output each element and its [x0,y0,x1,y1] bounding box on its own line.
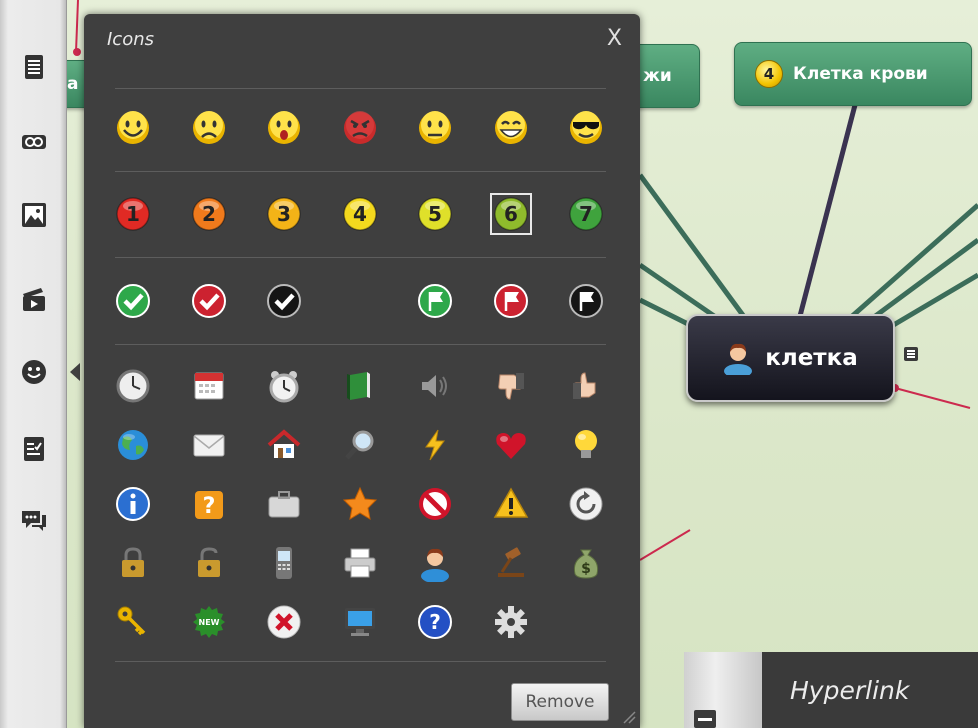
smiley-neutral-icon[interactable] [412,105,458,151]
svg-text:2: 2 [202,202,216,226]
smiley-angry-icon[interactable] [337,105,383,151]
check-green-icon[interactable] [110,278,156,324]
lock-open-icon[interactable] [186,540,232,586]
printer-icon[interactable] [337,540,383,586]
refresh-icon[interactable] [563,481,609,527]
alarm-clock-icon[interactable] [261,363,307,409]
minimize-icon[interactable] [694,710,716,728]
speaker-icon[interactable] [412,363,458,409]
cancel-icon[interactable] [261,599,307,645]
svg-text:6: 6 [504,202,518,226]
info-icon[interactable] [110,481,156,527]
number-6-icon[interactable]: 6 [488,191,534,237]
video-icon[interactable] [17,282,51,316]
check-red-icon[interactable] [186,278,232,324]
tasks-icon[interactable] [17,432,51,466]
money-bag-icon[interactable]: $ [563,540,609,586]
hyperlink-panel: Hyperlink [684,652,978,728]
question-box-icon[interactable]: ? [186,481,232,527]
gavel-icon[interactable] [488,540,534,586]
key-icon[interactable] [110,599,156,645]
smiley-surprised-icon[interactable] [261,105,307,151]
globe-icon[interactable] [110,422,156,468]
popup-title: Icons [107,29,155,50]
heart-icon[interactable] [488,422,534,468]
svg-text:$: $ [581,561,591,577]
svg-text:?: ? [429,610,441,634]
link-icon[interactable] [17,125,51,159]
book-icon[interactable] [337,363,383,409]
smiley-cool-icon[interactable] [563,105,609,151]
svg-text:4: 4 [353,202,367,226]
number-2-icon[interactable]: 2 [186,191,232,237]
resize-handle-icon[interactable] [622,710,636,724]
smiley-happy-icon[interactable] [110,105,156,151]
divider [115,344,606,345]
number-4-icon[interactable]: 4 [337,191,383,237]
flag-black-icon[interactable] [563,278,609,324]
divider [115,88,606,89]
divider [115,257,606,258]
central-topic-node[interactable]: клетка [686,314,895,402]
lightning-icon[interactable] [412,422,458,468]
svg-text:7: 7 [579,202,593,226]
topic-label: Клетка крови [793,64,928,84]
svg-text:5: 5 [428,202,442,226]
monitor-icon[interactable] [337,599,383,645]
thumbs-down-icon[interactable] [488,363,534,409]
calendar-icon[interactable] [186,363,232,409]
star-icon[interactable] [337,481,383,527]
number-3-icon[interactable]: 3 [261,191,307,237]
number-7-icon[interactable]: 7 [563,191,609,237]
help-icon[interactable]: ? [412,599,458,645]
house-icon[interactable] [261,422,307,468]
close-icon[interactable]: X [607,28,622,50]
smiley-grin-icon[interactable] [488,105,534,151]
flag-red-icon[interactable] [488,278,534,324]
hyperlink-title: Hyperlink [790,676,910,705]
note-icon[interactable] [904,347,918,361]
briefcase-icon[interactable] [261,481,307,527]
no-entry-icon[interactable] [412,481,458,527]
new-badge-icon[interactable]: NEW [186,599,232,645]
comments-icon[interactable] [17,503,51,537]
svg-text:NEW: NEW [199,618,220,627]
lightbulb-icon[interactable] [563,422,609,468]
image-icon[interactable] [17,198,51,232]
topic-label: а [67,74,79,94]
gear-icon[interactable] [488,599,534,645]
flag-green-icon[interactable] [412,278,458,324]
clock-icon[interactable] [110,363,156,409]
person-icon [724,343,753,375]
left-toolbar [0,0,67,728]
warning-icon[interactable] [488,481,534,527]
divider [115,661,606,662]
topic-label: жи [643,66,672,86]
icons-popup: Icons X Remove 1 2 3 4 5 6 7? $ NEW? [84,14,640,728]
number-4-icon: 4 [755,60,783,88]
number-5-icon[interactable]: 5 [412,191,458,237]
magnifier-icon[interactable] [337,422,383,468]
svg-text:3: 3 [277,202,291,226]
smiley-icon[interactable] [17,355,51,389]
popup-pointer [70,363,80,381]
envelope-icon[interactable] [186,422,232,468]
mobile-phone-icon[interactable] [261,540,307,586]
thumbs-up-icon[interactable] [563,363,609,409]
smiley-sad-icon[interactable] [186,105,232,151]
remove-button[interactable]: Remove [511,683,609,721]
check-black-icon[interactable] [261,278,307,324]
notes-icon[interactable] [17,50,51,84]
person-icon[interactable] [412,540,458,586]
central-topic-label: клетка [765,345,858,371]
svg-text:1: 1 [126,202,140,226]
number-1-icon[interactable]: 1 [110,191,156,237]
divider [115,171,606,172]
topic-node-blood-cell[interactable]: 4 Клетка крови [734,42,972,106]
lock-closed-icon[interactable] [110,540,156,586]
svg-text:?: ? [203,494,216,519]
